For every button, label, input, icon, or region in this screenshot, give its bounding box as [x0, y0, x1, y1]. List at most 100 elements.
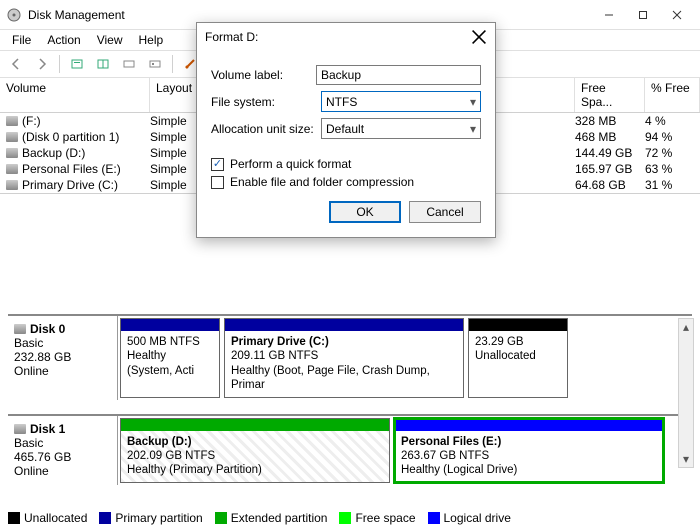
disk-map: Disk 0 Basic 232.88 GB Online 500 MB NTF…	[8, 314, 692, 499]
legend-primary: Primary partition	[115, 511, 202, 525]
col-pctfree[interactable]: % Free	[645, 78, 700, 112]
allocation-value: Default	[326, 122, 364, 136]
disk-row: Disk 0 Basic 232.88 GB Online 500 MB NTF…	[8, 314, 692, 400]
filesystem-select[interactable]: NTFS ▾	[321, 91, 481, 112]
partition[interactable]: 23.29 GB Unallocated	[468, 318, 568, 398]
menu-action[interactable]: Action	[39, 33, 88, 47]
partition-header	[395, 419, 663, 431]
dialog-close-button[interactable]	[471, 29, 487, 45]
volume-pct: 4 %	[645, 114, 700, 128]
volume-free: 165.97 GB	[575, 162, 645, 176]
partition-size: 263.67 GB NTFS	[401, 449, 657, 463]
allocation-select[interactable]: Default ▾	[321, 118, 481, 139]
forward-button[interactable]	[30, 53, 54, 75]
volume-name: (Disk 0 partition 1)	[22, 130, 119, 144]
volume-free: 328 MB	[575, 114, 645, 128]
quick-format-label: Perform a quick format	[230, 157, 351, 171]
scrollbar[interactable]: ▴ ▾	[678, 318, 694, 468]
back-button[interactable]	[4, 53, 28, 75]
volume-name: Backup (D:)	[22, 146, 85, 160]
chevron-down-icon: ▾	[470, 95, 476, 109]
partition[interactable]: Backup (D:) 202.09 GB NTFS Healthy (Prim…	[120, 418, 390, 483]
partition-header	[121, 319, 219, 331]
scroll-up-icon[interactable]: ▴	[679, 319, 693, 335]
scroll-down-icon[interactable]: ▾	[679, 451, 693, 467]
partition-header	[469, 319, 567, 331]
partition-name: Backup (D:)	[127, 435, 383, 449]
filesystem-value: NTFS	[326, 95, 357, 109]
disk-icon	[6, 180, 18, 190]
disk-status: Online	[14, 364, 111, 378]
legend-unallocated: Unallocated	[24, 511, 87, 525]
toolbar-btn-2[interactable]	[91, 53, 115, 75]
partition-status: Healthy (Boot, Page File, Crash Dump, Pr…	[231, 364, 457, 393]
partition-name: Personal Files (E:)	[401, 435, 657, 449]
disk-name: Disk 0	[14, 322, 111, 336]
toolbar-btn-1[interactable]	[65, 53, 89, 75]
quick-format-checkbox[interactable]: Perform a quick format	[211, 157, 481, 171]
checkbox-icon	[211, 158, 224, 171]
menu-help[interactable]: Help	[131, 33, 172, 47]
partition[interactable]: Primary Drive (C:) 209.11 GB NTFS Health…	[224, 318, 464, 398]
partition[interactable]: 500 MB NTFS Healthy (System, Acti	[120, 318, 220, 398]
menu-view[interactable]: View	[89, 33, 131, 47]
disk-icon	[6, 164, 18, 174]
maximize-button[interactable]	[626, 4, 660, 26]
compression-checkbox[interactable]: Enable file and folder compression	[211, 175, 481, 189]
partition[interactable]: Personal Files (E:) 263.67 GB NTFS Healt…	[394, 418, 664, 483]
partition-header	[121, 419, 389, 431]
ok-button[interactable]: OK	[329, 201, 401, 223]
disk-icon	[6, 116, 18, 126]
volume-pct: 63 %	[645, 162, 700, 176]
col-freespace[interactable]: Free Spa...	[575, 78, 645, 112]
partition-status: Healthy (System, Acti	[127, 349, 213, 378]
volume-free: 468 MB	[575, 130, 645, 144]
disk-size: 232.88 GB	[14, 350, 111, 364]
col-volume[interactable]: Volume	[0, 78, 150, 112]
volume-name: Personal Files (E:)	[22, 162, 121, 176]
legend-freespace: Free space	[355, 511, 415, 525]
format-dialog: Format D: Volume label: File system: NTF…	[196, 22, 496, 238]
disk-size: 465.76 GB	[14, 450, 111, 464]
legend-logical: Logical drive	[444, 511, 511, 525]
disk-icon	[14, 324, 26, 334]
legend: Unallocated Primary partition Extended p…	[8, 511, 511, 525]
partition-header	[225, 319, 463, 331]
legend-extended: Extended partition	[231, 511, 328, 525]
partition-size: 209.11 GB NTFS	[231, 349, 457, 363]
disk-icon	[14, 424, 26, 434]
disk-type: Basic	[14, 436, 111, 450]
toolbar-btn-3[interactable]	[117, 53, 141, 75]
menu-file[interactable]: File	[4, 33, 39, 47]
volume-label-input[interactable]	[316, 65, 481, 85]
app-icon	[6, 7, 22, 23]
volume-pct: 94 %	[645, 130, 700, 144]
volume-free: 144.49 GB	[575, 146, 645, 160]
partition-status: Healthy (Primary Partition)	[127, 463, 383, 477]
volume-name: (F:)	[22, 114, 41, 128]
disk-status: Online	[14, 464, 111, 478]
cancel-button[interactable]: Cancel	[409, 201, 481, 223]
toolbar-btn-4[interactable]	[143, 53, 167, 75]
allocation-label: Allocation unit size:	[211, 122, 321, 136]
checkbox-icon	[211, 176, 224, 189]
disk-row: Disk 1 Basic 465.76 GB Online Backup (D:…	[8, 414, 692, 485]
compression-label: Enable file and folder compression	[230, 175, 414, 189]
partition-size: 202.09 GB NTFS	[127, 449, 383, 463]
window-title: Disk Management	[28, 8, 592, 22]
partition-size: 500 MB NTFS	[127, 335, 213, 349]
volume-label-label: Volume label:	[211, 68, 316, 82]
disk-icon	[6, 132, 18, 142]
partition-size: 23.29 GB	[475, 335, 561, 349]
disk-type: Basic	[14, 336, 111, 350]
volume-name: Primary Drive (C:)	[22, 178, 118, 192]
partition-name: Primary Drive (C:)	[231, 335, 457, 349]
volume-free: 64.68 GB	[575, 178, 645, 192]
disk-icon	[6, 148, 18, 158]
volume-pct: 72 %	[645, 146, 700, 160]
volume-pct: 31 %	[645, 178, 700, 192]
filesystem-label: File system:	[211, 95, 321, 109]
minimize-button[interactable]	[592, 4, 626, 26]
close-button[interactable]	[660, 4, 694, 26]
dialog-title: Format D:	[205, 30, 471, 44]
